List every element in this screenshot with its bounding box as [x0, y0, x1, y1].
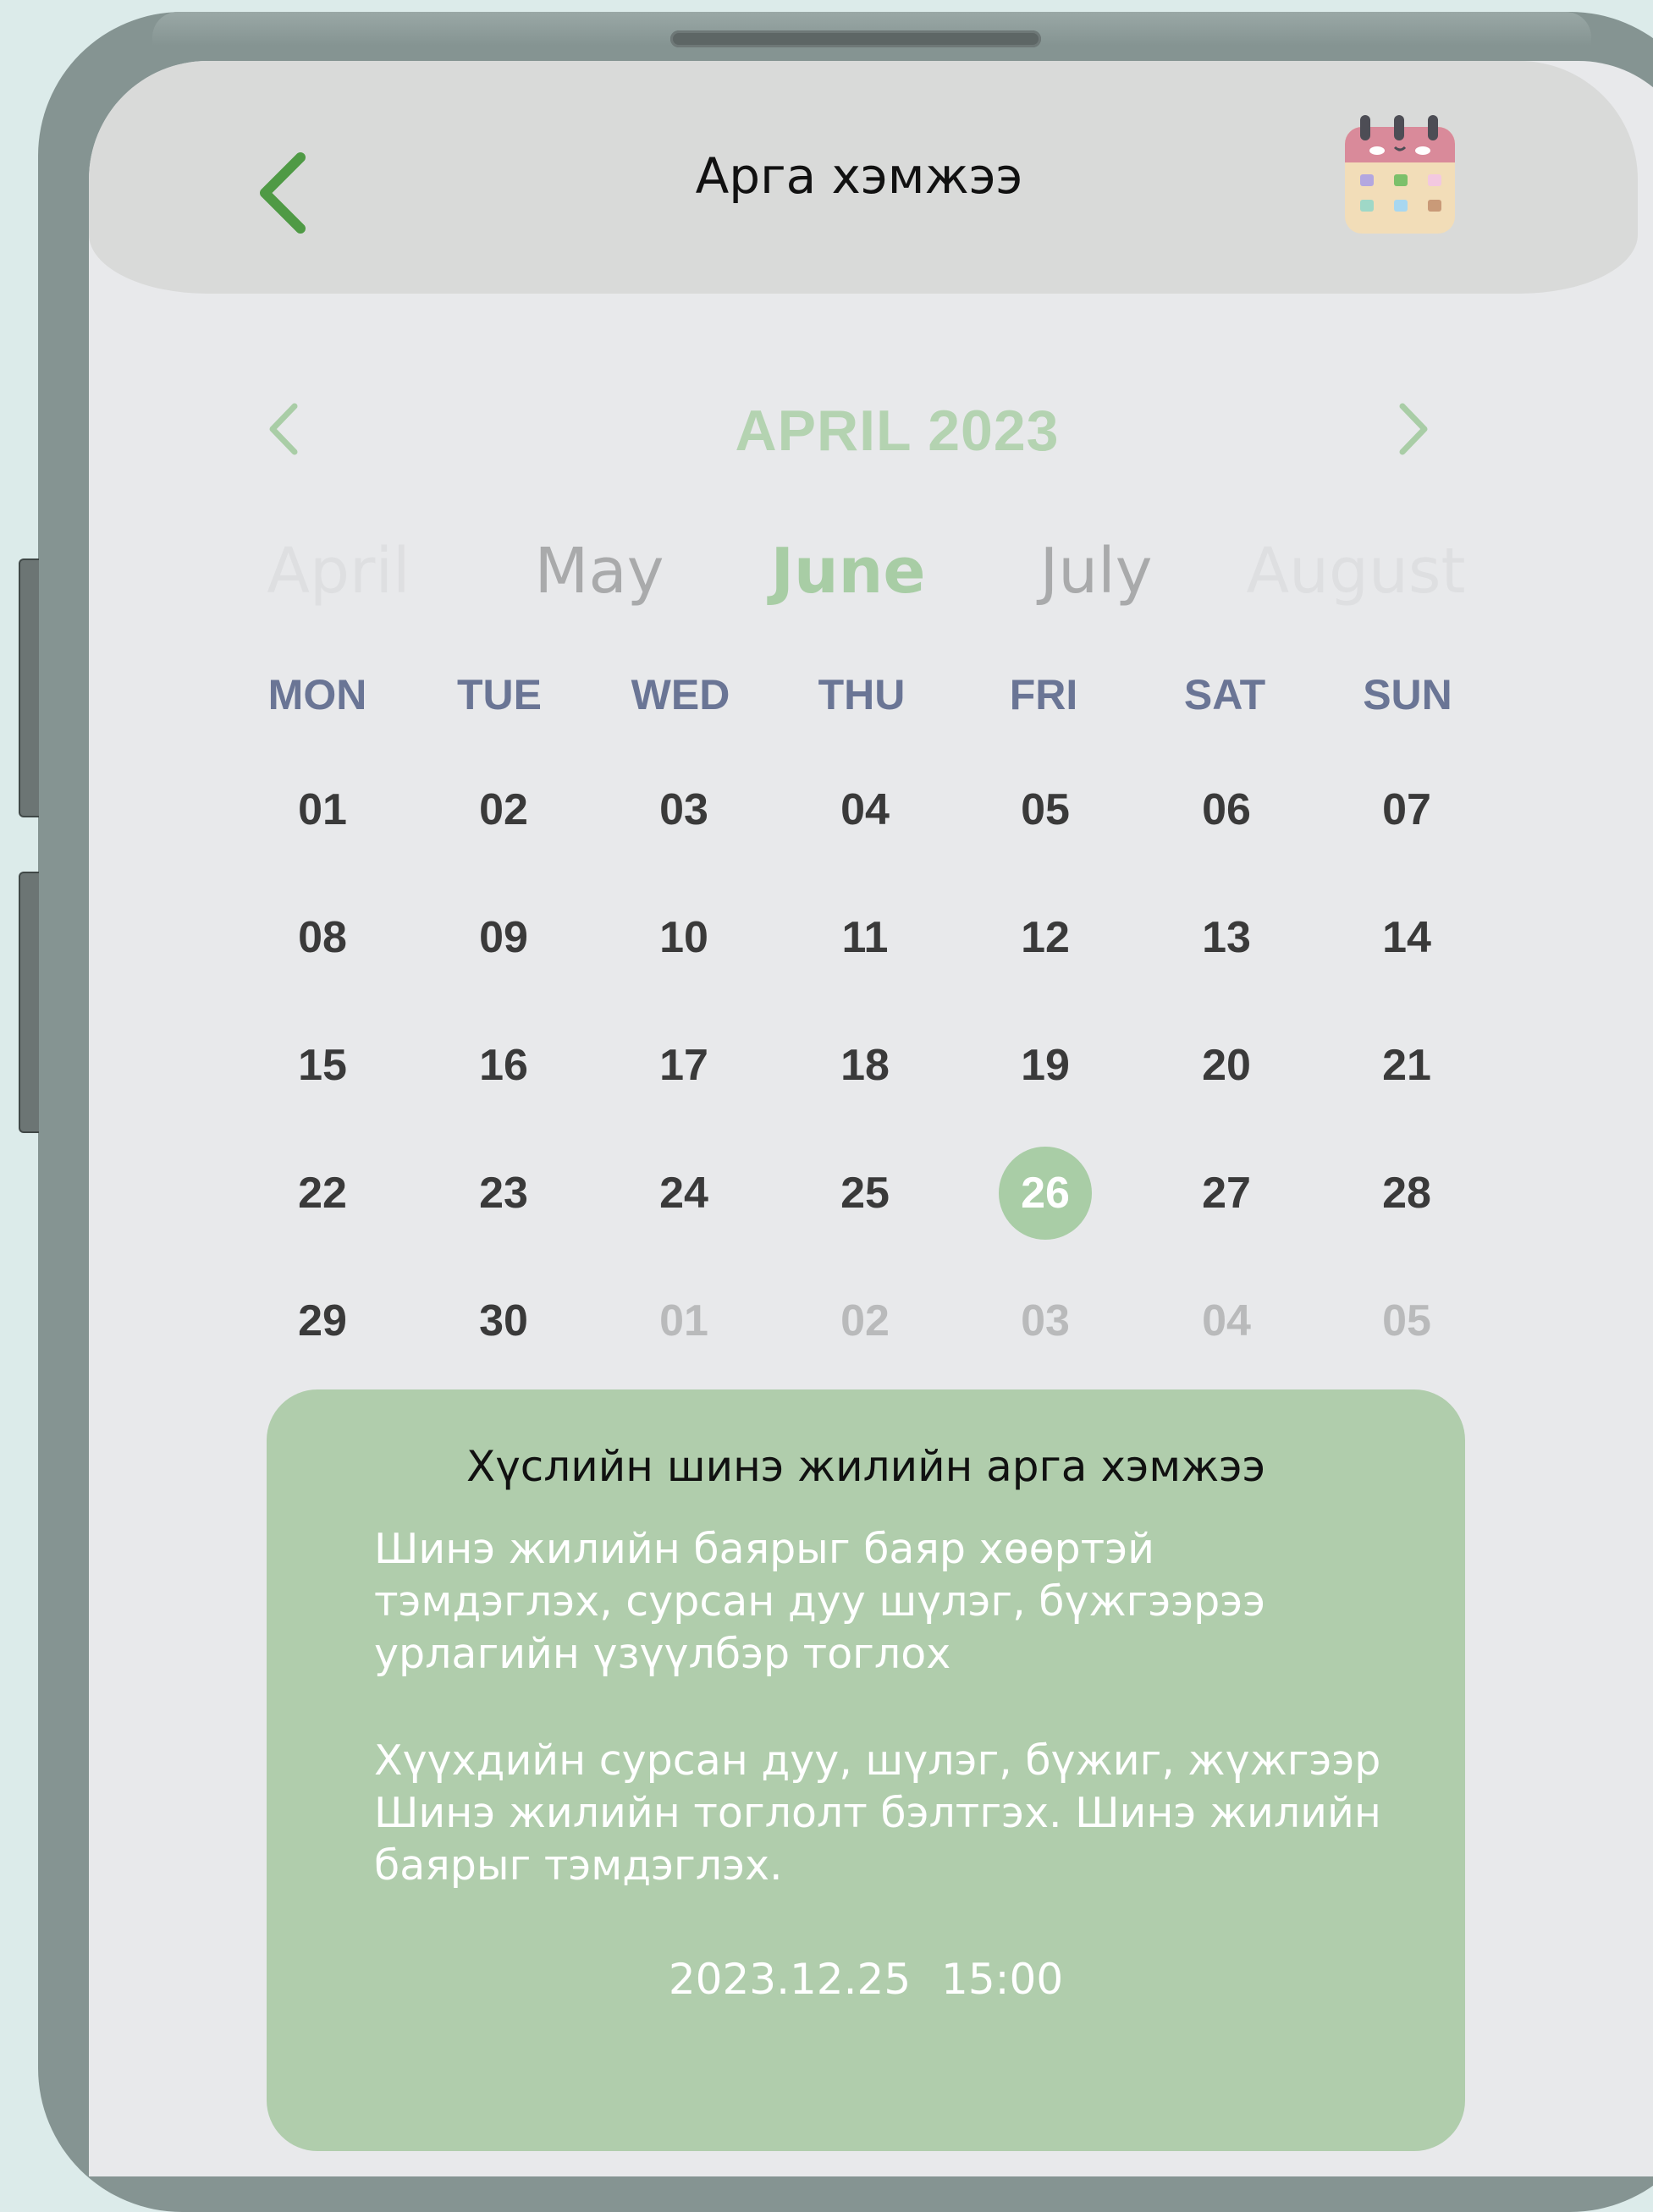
- day-cell[interactable]: 17: [637, 1019, 730, 1112]
- day-cell[interactable]: 10: [637, 891, 730, 984]
- chevron-right-icon: [1399, 403, 1428, 455]
- day-cell[interactable]: 04: [818, 763, 912, 856]
- volume-down-button: [19, 872, 39, 1133]
- day-cell[interactable]: 30: [457, 1274, 550, 1367]
- day-cell[interactable]: 19: [999, 1019, 1092, 1112]
- weekday-label: TUE: [457, 671, 542, 718]
- weekday-label: SAT: [1183, 671, 1266, 718]
- day-cell[interactable]: 05: [999, 763, 1092, 856]
- day-cell[interactable]: 02: [457, 763, 550, 856]
- event-title: Хүслийн шинэ жилийн арга хэмжээ: [466, 1442, 1266, 1491]
- month-option[interactable]: May: [535, 535, 664, 608]
- next-month-button[interactable]: [1392, 399, 1435, 459]
- day-cell[interactable]: 16: [457, 1019, 550, 1112]
- weekday-header-row: MON TUE WED THU FRI SAT SUN: [89, 670, 1638, 729]
- event-description: Хүүхдийн сурсан дуу, шүлэг, бүжиг, жүжгэ…: [374, 1736, 1381, 1890]
- day-cell[interactable]: 25: [818, 1147, 912, 1240]
- month-option-selected[interactable]: June: [770, 535, 925, 608]
- event-time: 15:00: [941, 1955, 1064, 2004]
- day-cell[interactable]: 14: [1360, 891, 1453, 984]
- day-cell[interactable]: 06: [1180, 763, 1273, 856]
- day-cell-outside-month[interactable]: 01: [637, 1274, 730, 1367]
- day-cell[interactable]: 13: [1180, 891, 1273, 984]
- day-cell[interactable]: 23: [457, 1147, 550, 1240]
- day-cell-outside-month[interactable]: 02: [818, 1274, 912, 1367]
- day-cell[interactable]: 27: [1180, 1147, 1273, 1240]
- day-cell[interactable]: 08: [276, 891, 369, 984]
- day-cell[interactable]: 24: [637, 1147, 730, 1240]
- day-cell[interactable]: 12: [999, 891, 1092, 984]
- month-option[interactable]: April: [267, 535, 410, 608]
- day-cell[interactable]: 22: [276, 1147, 369, 1240]
- weekday-label: FRI: [1009, 671, 1078, 718]
- calendar-icon[interactable]: [1342, 112, 1460, 239]
- weekday-label: THU: [818, 671, 906, 718]
- day-cell-outside-month[interactable]: 05: [1360, 1274, 1453, 1367]
- speaker-grille: [670, 30, 1041, 47]
- event-description: Шинэ жилийн баярыг баяр хөөртэй тэмдэглэ…: [374, 1525, 1266, 1678]
- weekday-label: WED: [631, 671, 730, 718]
- app-screen: Арга хэмжээ APRIL 2023 April May June Ju…: [89, 61, 1653, 2176]
- month-navigation: APRIL 2023: [89, 374, 1638, 463]
- day-cell-outside-month[interactable]: 03: [999, 1274, 1092, 1367]
- day-cell[interactable]: 11: [818, 891, 912, 984]
- weekday-label: MON: [267, 671, 367, 718]
- app-header: Арга хэмжээ: [89, 61, 1638, 294]
- day-cell[interactable]: 09: [457, 891, 550, 984]
- day-cell[interactable]: 15: [276, 1019, 369, 1112]
- month-option[interactable]: July: [1039, 535, 1152, 608]
- volume-up-button: [19, 559, 39, 817]
- event-date: 2023.12.25: [668, 1955, 912, 2004]
- weekday-label: SUN: [1363, 671, 1452, 718]
- day-cell-selected[interactable]: 26: [999, 1147, 1092, 1240]
- day-cell[interactable]: 29: [276, 1274, 369, 1367]
- day-cell[interactable]: 07: [1360, 763, 1453, 856]
- day-cell[interactable]: 01: [276, 763, 369, 856]
- event-card[interactable]: Хүслийн шинэ жилийн арга хэмжээ Шинэ жил…: [267, 1389, 1465, 2151]
- event-datetime: 2023.12.25 15:00: [267, 1955, 1465, 2004]
- day-cell[interactable]: 03: [637, 763, 730, 856]
- month-option[interactable]: August: [1247, 535, 1466, 608]
- day-cell-outside-month[interactable]: 04: [1180, 1274, 1273, 1367]
- day-cell[interactable]: 28: [1360, 1147, 1453, 1240]
- day-cell[interactable]: 20: [1180, 1019, 1273, 1112]
- day-cell[interactable]: 21: [1360, 1019, 1453, 1112]
- day-cell[interactable]: 18: [818, 1019, 912, 1112]
- month-picker-strip: April May June July August: [89, 535, 1638, 619]
